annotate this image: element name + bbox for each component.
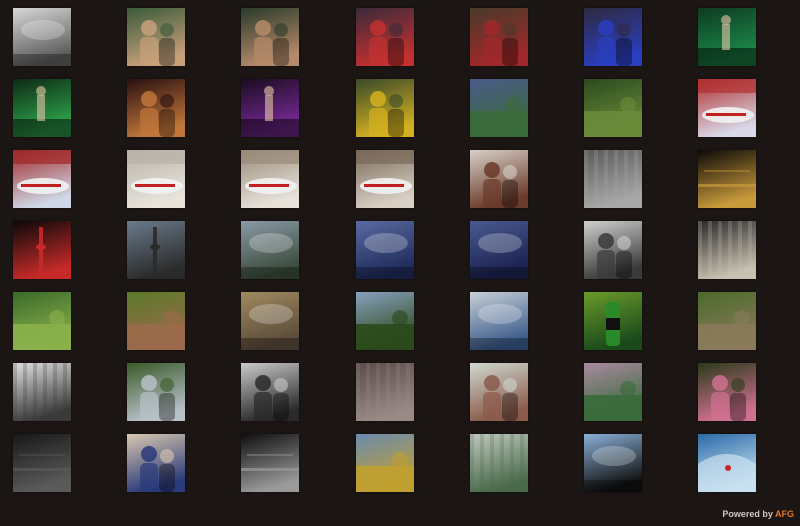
thumb-car-radio-hand[interactable] [127, 434, 185, 492]
thumb-cn-tower-day[interactable] [127, 221, 185, 279]
thumb-wheat-field[interactable] [356, 434, 414, 492]
powered-by-label: Powered by [722, 509, 773, 519]
thumb-sunset-field[interactable] [356, 292, 414, 350]
powered-by-footer: Powered by AFG [722, 509, 794, 519]
thumb-microphone-bw[interactable] [241, 434, 299, 492]
thumb-storm-clouds-1[interactable] [356, 221, 414, 279]
thumb-night-street[interactable] [698, 150, 756, 208]
thumb-storm-clouds-2[interactable] [470, 221, 528, 279]
thumb-green-stage-musician[interactable] [698, 8, 756, 66]
thumb-couple-portrait-1[interactable] [127, 8, 185, 66]
thumb-girl-pink-top[interactable] [698, 363, 756, 421]
thumb-guitarist-closeup[interactable] [127, 79, 185, 137]
thumb-seagull-lamp[interactable] [241, 292, 299, 350]
thumb-carousel-women-1[interactable] [356, 8, 414, 66]
thumb-leaf-closeup[interactable] [470, 434, 528, 492]
thumb-bridge-dark[interactable] [13, 434, 71, 492]
thumb-jet-flag-hangar[interactable] [13, 150, 71, 208]
thumb-helmet-stickers[interactable] [127, 363, 185, 421]
thumb-concert-stage-lights[interactable] [241, 79, 299, 137]
thumb-girl-portrait[interactable] [470, 150, 528, 208]
thumb-forest-path[interactable] [584, 79, 642, 137]
thumb-carousel-women-2[interactable] [470, 8, 528, 66]
photo-gallery [0, 0, 800, 526]
thumb-bird-grass[interactable] [698, 292, 756, 350]
thumb-picnic-park[interactable] [13, 292, 71, 350]
thumb-skyscraper-look-up[interactable] [241, 221, 299, 279]
thumb-graduate-yellow-dress[interactable] [356, 79, 414, 137]
thumb-woman-smiling-gym[interactable] [470, 363, 528, 421]
thumb-cn-tower-night[interactable] [13, 221, 71, 279]
thumb-misty-hills[interactable] [584, 363, 642, 421]
thumb-couple-portrait-2[interactable] [241, 8, 299, 66]
thumb-plane-hangar-2[interactable] [241, 150, 299, 208]
thumb-city-skyline-bw[interactable] [13, 8, 71, 66]
thumb-flag-jet-nose[interactable] [698, 79, 756, 137]
thumb-deer-grazing[interactable] [127, 292, 185, 350]
thumb-surfer-wave[interactable] [698, 434, 756, 492]
thumb-building-lines-bw[interactable] [13, 363, 71, 421]
thumb-bird-on-wire[interactable] [470, 292, 528, 350]
thumb-rose-sepia[interactable] [356, 363, 414, 421]
thumb-woman-face-bw[interactable] [241, 363, 299, 421]
thumb-guitarist-green-light[interactable] [13, 79, 71, 137]
thumb-ice-texture[interactable] [584, 150, 642, 208]
afg-brand-link[interactable]: AFG [775, 509, 794, 519]
thumb-plane-red-stripe[interactable] [356, 150, 414, 208]
thumb-boy-fedora-bw[interactable] [584, 221, 642, 279]
thumb-green-soda-bottle[interactable] [584, 292, 642, 350]
thumb-pond-garden[interactable] [470, 79, 528, 137]
thumb-diver-silhouette[interactable] [584, 434, 642, 492]
thumb-plane-hangar-1[interactable] [127, 150, 185, 208]
thumb-stadium-crowd[interactable] [698, 221, 756, 279]
thumb-carousel-women-3[interactable] [584, 8, 642, 66]
